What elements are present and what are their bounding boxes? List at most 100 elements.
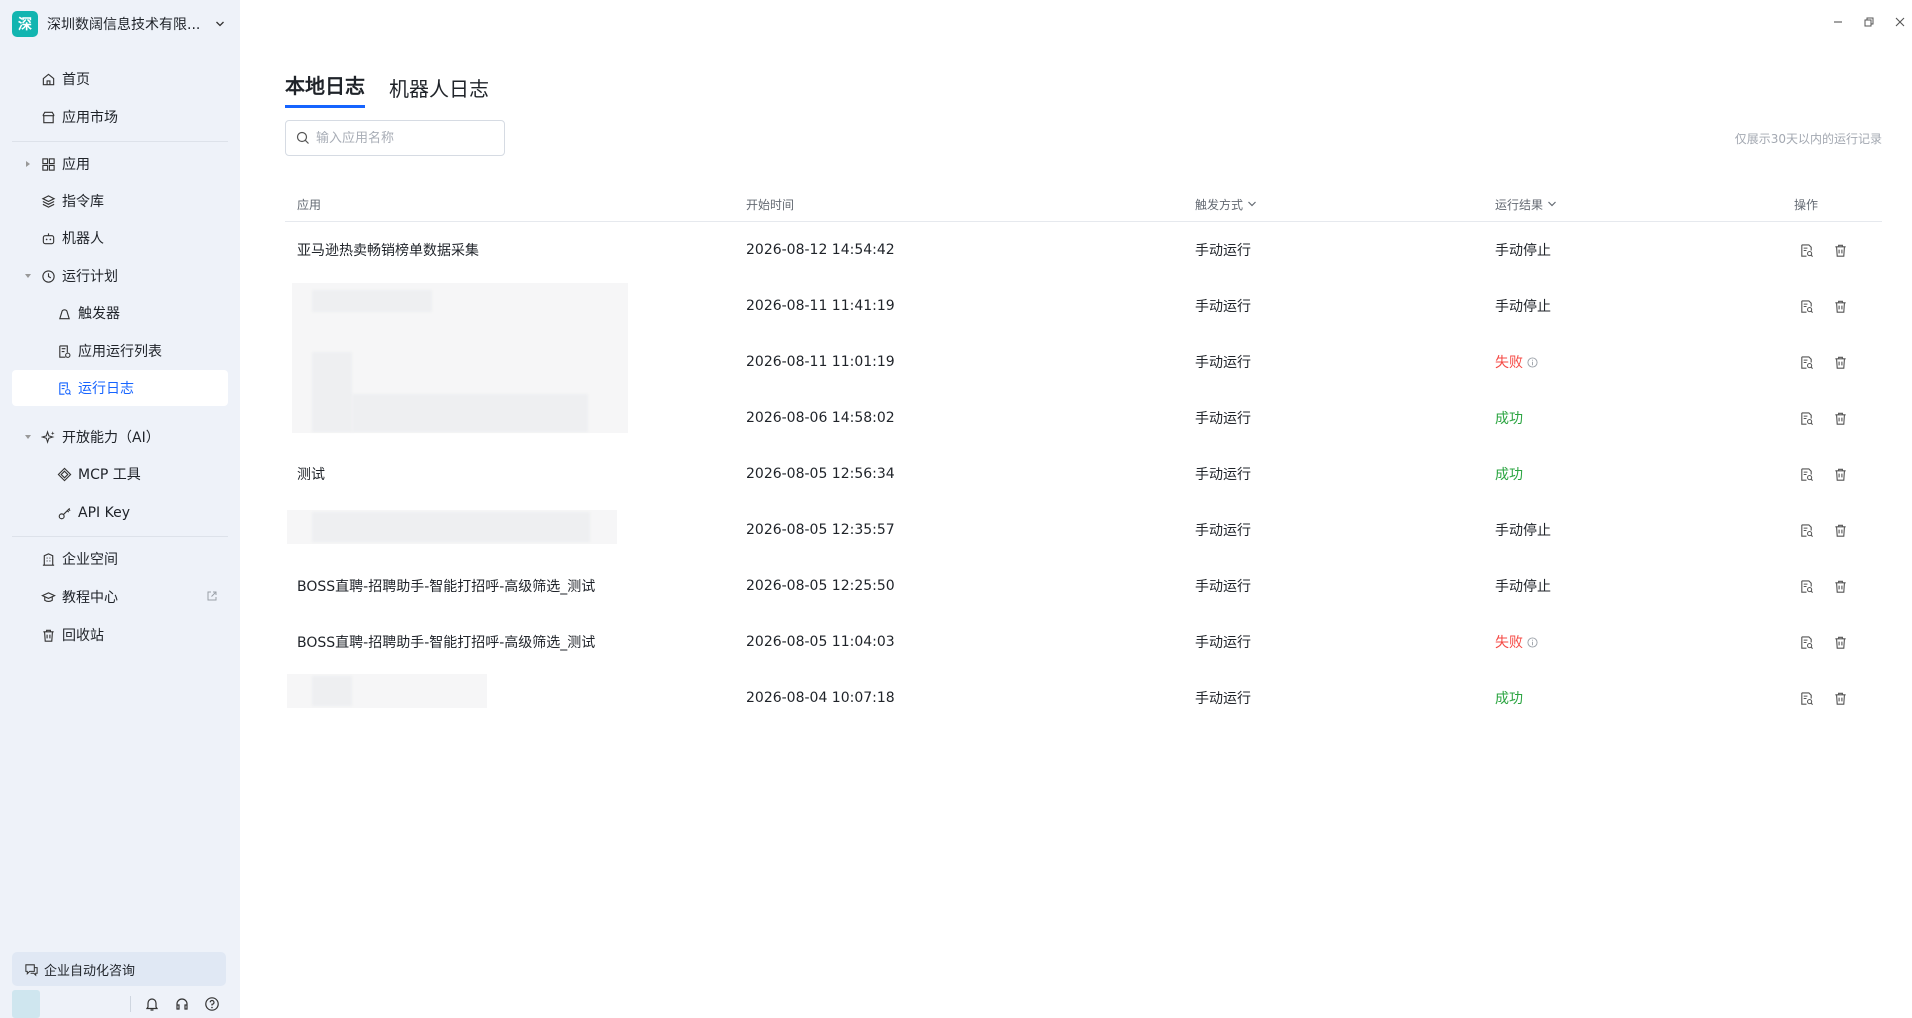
view-log-icon[interactable]: [1797, 241, 1815, 259]
minimize-icon[interactable]: [1830, 14, 1846, 30]
sidebar-item-mcp[interactable]: MCP 工具: [12, 456, 228, 492]
app-window: 深 深圳数阔信息技术有限... 首页 应用市场 应用 指令库 机器人 运行计划 …: [0, 0, 1912, 1018]
home-icon: [40, 71, 56, 87]
delete-icon[interactable]: [1831, 353, 1849, 371]
cell-result: 成功: [1495, 670, 1523, 726]
cell-result: 手动停止: [1495, 278, 1551, 334]
close-icon[interactable]: [1892, 14, 1908, 30]
sidebar-item-trash[interactable]: 回收站: [12, 617, 228, 653]
delete-icon[interactable]: [1831, 577, 1849, 595]
view-log-icon[interactable]: [1797, 465, 1815, 483]
sidebar-item-label: 机器人: [62, 231, 104, 247]
col-result[interactable]: 运行结果: [1495, 186, 1557, 222]
table-row[interactable]: 2026-08-06 14:58:02 手动运行 成功: [285, 390, 1882, 446]
delete-icon[interactable]: [1831, 297, 1849, 315]
sidebar-item-market[interactable]: 应用市场: [12, 99, 228, 135]
sidebar-item-home[interactable]: 首页: [12, 61, 228, 97]
delete-icon[interactable]: [1831, 521, 1849, 539]
external-link-icon: [206, 590, 218, 606]
view-log-icon[interactable]: [1797, 297, 1815, 315]
table-row[interactable]: BOSS直聘-招聘助手-智能打招呼-高级筛选_测试 2026-08-05 11:0…: [285, 614, 1882, 670]
delete-icon[interactable]: [1831, 689, 1849, 707]
key-icon: [56, 505, 72, 521]
bell-icon[interactable]: [143, 995, 161, 1013]
result-label: 成功: [1495, 691, 1523, 707]
sidebar-item-open-ai[interactable]: 开放能力（AI）: [12, 419, 228, 455]
cell-result: 失败: [1495, 334, 1538, 390]
headset-icon[interactable]: [173, 995, 191, 1013]
sidebar-item-commands[interactable]: 指令库: [12, 183, 228, 219]
table-row[interactable]: 测试 2026-08-05 12:56:34 手动运行 成功: [285, 446, 1882, 502]
cell-start-time: 2026-08-05 12:56:34: [746, 466, 895, 482]
result-label: 成功: [1495, 467, 1523, 483]
sidebar-item-enterprise[interactable]: 企业空间: [12, 541, 228, 577]
org-name: 深圳数阔信息技术有限...: [47, 17, 201, 33]
sidebar-item-label: 回收站: [62, 628, 104, 644]
search-input[interactable]: [316, 130, 496, 146]
sidebar-item-label: 教程中心: [62, 590, 118, 606]
cell-app: BOSS直聘-招聘助手-智能打招呼-高级筛选_测试: [297, 635, 596, 651]
sidebar-item-label: 应用运行列表: [78, 344, 162, 360]
tab-robot-log[interactable]: 机器人日志: [389, 73, 489, 108]
sidebar-item-triggers[interactable]: 触发器: [12, 295, 228, 331]
sidebar-item-schedule[interactable]: 运行计划: [12, 258, 228, 294]
view-log-icon[interactable]: [1797, 633, 1815, 651]
delete-icon[interactable]: [1831, 465, 1849, 483]
search-box[interactable]: [285, 120, 505, 156]
table-row[interactable]: 2026-08-11 11:41:19 手动运行 手动停止: [285, 278, 1882, 334]
grid-icon: [40, 156, 56, 172]
sidebar-item-tutorial[interactable]: 教程中心: [12, 579, 228, 615]
divider: [12, 141, 228, 142]
result-label: 手动停止: [1495, 243, 1551, 259]
col-app: 应用: [297, 197, 322, 212]
org-logo: 深: [12, 11, 38, 37]
cell-result: 手动停止: [1495, 502, 1551, 558]
col-start-time: 开始时间: [746, 197, 795, 212]
avatar[interactable]: [12, 990, 40, 1018]
cell-app: 测试: [297, 467, 325, 483]
sidebar-bottom-bar: [12, 990, 228, 1018]
view-log-icon[interactable]: [1797, 689, 1815, 707]
table-row[interactable]: 2026-08-04 10:07:18 手动运行 成功: [285, 670, 1882, 726]
cell-trigger: 手动运行: [1195, 579, 1251, 595]
table-row[interactable]: BOSS直聘-招聘助手-智能打招呼-高级筛选_测试 2026-08-05 12:2…: [285, 558, 1882, 614]
consult-button[interactable]: 企业自动化咨询: [12, 952, 226, 986]
sidebar: 深 深圳数阔信息技术有限... 首页 应用市场 应用 指令库 机器人 运行计划 …: [0, 0, 240, 1018]
table-row[interactable]: 亚马逊热卖畅销榜单数据采集 2026-08-12 14:54:42 手动运行 手动停止: [285, 222, 1882, 278]
delete-icon[interactable]: [1831, 409, 1849, 427]
sidebar-item-label: 应用市场: [62, 110, 118, 126]
cell-trigger: 手动运行: [1195, 243, 1251, 259]
sidebar-item-run-log[interactable]: 运行日志: [12, 370, 228, 406]
delete-icon[interactable]: [1831, 241, 1849, 259]
sparkle-icon: [40, 429, 56, 445]
col-trigger-label: 触发方式: [1195, 197, 1244, 212]
cell-start-time: 2026-08-06 14:58:02: [746, 410, 895, 426]
sidebar-item-label: 首页: [62, 72, 90, 88]
sidebar-item-label: 开放能力（AI）: [62, 430, 160, 446]
col-trigger[interactable]: 触发方式: [1195, 186, 1257, 222]
table-header: 应用 开始时间 触发方式 运行结果 操作: [285, 186, 1882, 222]
tab-local-log[interactable]: 本地日志: [285, 70, 365, 108]
sidebar-item-run-list[interactable]: 应用运行列表: [12, 333, 228, 369]
table-row[interactable]: 2026-08-05 12:35:57 手动运行 手动停止: [285, 502, 1882, 558]
info-icon[interactable]: [1527, 356, 1538, 368]
result-label: 失败: [1495, 635, 1523, 651]
sidebar-item-apps[interactable]: 应用: [12, 146, 228, 182]
view-log-icon[interactable]: [1797, 521, 1815, 539]
view-log-icon[interactable]: [1797, 409, 1815, 427]
chevron-down-icon: [1547, 199, 1557, 209]
sidebar-item-robots[interactable]: 机器人: [12, 220, 228, 256]
clock-icon: [40, 268, 56, 284]
view-log-icon[interactable]: [1797, 353, 1815, 371]
info-icon[interactable]: [1527, 636, 1538, 648]
org-switcher[interactable]: 深 深圳数阔信息技术有限...: [12, 11, 228, 37]
restore-icon[interactable]: [1861, 14, 1877, 30]
help-icon[interactable]: [203, 995, 221, 1013]
view-log-icon[interactable]: [1797, 577, 1815, 595]
cell-start-time: 2026-08-11 11:01:19: [746, 354, 895, 370]
graduation-cap-icon: [40, 589, 56, 605]
cell-result: 手动停止: [1495, 558, 1551, 614]
table-row[interactable]: 2026-08-11 11:01:19 手动运行 失败: [285, 334, 1882, 390]
sidebar-item-api-key[interactable]: API Key: [12, 495, 228, 531]
delete-icon[interactable]: [1831, 633, 1849, 651]
